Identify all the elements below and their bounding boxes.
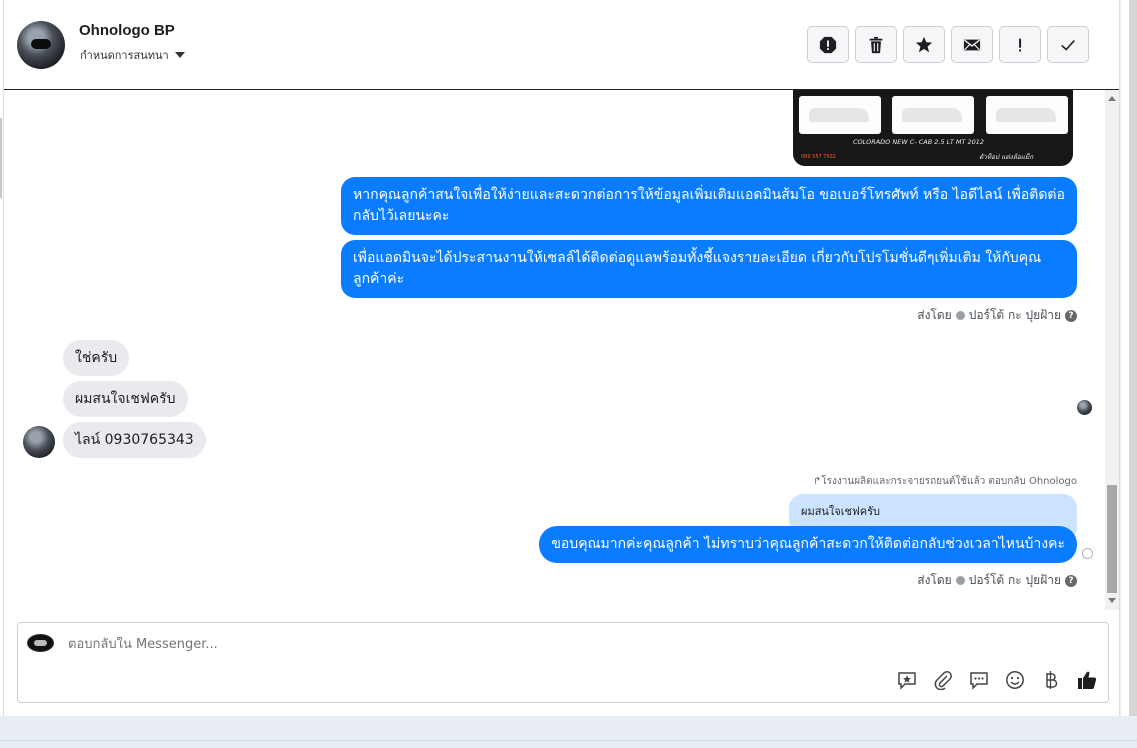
trash-icon <box>869 36 883 53</box>
scroll-up-icon[interactable] <box>1108 96 1116 101</box>
outgoing-message[interactable]: เพื่อแอดมินจะได้ประสานงานให้เซลล์ได้ติดต… <box>341 240 1077 298</box>
sent-by-label: ส่งโดย <box>917 573 952 587</box>
car-phone: 089 557 7932 <box>801 154 836 160</box>
caret-down-icon <box>174 52 185 58</box>
help-icon[interactable]: ? <box>1065 574 1077 587</box>
outgoing-message[interactable]: หากคุณลูกค้าสนใจเพื่อให้ง่ายและสะดวกต่อก… <box>341 177 1077 235</box>
assign-conversation-dropdown[interactable]: กำหนดการสนทนา <box>80 46 185 64</box>
car-photo-side <box>799 96 881 134</box>
car-caption: COLORADO NEW C- CAB 2.5 LT MT 2012 <box>853 138 985 146</box>
sent-by-line: ส่งโดย ปอร์โต้ กะ ปุยฝ้าย ? <box>917 571 1077 590</box>
left-edge-mark <box>0 118 2 198</box>
thread-scrollbar[interactable] <box>1105 90 1119 610</box>
payment-button[interactable] <box>1040 669 1062 691</box>
incoming-message[interactable]: ผมสนใจเชฟครับ <box>63 381 188 417</box>
message-thread: COLORADO NEW C- CAB 2.5 LT MT 2012 089 5… <box>4 90 1104 610</box>
reply-note-text: โรงงานผลิตและกระจายรถยนต์ใช้แล้ว ตอบกลับ… <box>821 476 1077 487</box>
mark-done-button[interactable] <box>1047 26 1089 63</box>
page-footer-band <box>0 716 1137 748</box>
mark-spam-icon <box>819 36 837 53</box>
sender-dot-icon <box>955 311 965 320</box>
mark-unread-button[interactable] <box>951 26 993 63</box>
composer-actions <box>896 669 1098 691</box>
contact-avatar[interactable] <box>23 426 55 458</box>
sender-dot-icon <box>955 576 965 585</box>
page-scrollbar-thumb[interactable] <box>1129 0 1137 716</box>
incoming-message[interactable]: ใช่ครับ <box>63 340 130 376</box>
sender-name[interactable]: ปอร์โต้ กะ ปุยฝ้าย <box>969 571 1061 590</box>
help-icon[interactable]: ? <box>1065 309 1077 322</box>
scrollbar-thumb[interactable] <box>1107 485 1117 593</box>
page-scrollbar[interactable] <box>1121 0 1137 716</box>
car-photo-rear <box>892 96 974 134</box>
delete-button[interactable] <box>855 26 897 63</box>
sender-name[interactable]: ปอร์โต้ กะ ปุยฝ้าย <box>969 306 1061 325</box>
reply-context-note: ↱โรงงานผลิตและกระจายรถยนต์ใช้แล้ว ตอบกลั… <box>812 476 1077 487</box>
exclamation-icon <box>1019 38 1022 51</box>
header-toolbar <box>807 26 1089 63</box>
read-receipt-avatar <box>1077 400 1092 415</box>
saved-reply-icon <box>898 672 916 690</box>
message-composer <box>17 622 1109 703</box>
page-logo-icon <box>27 634 54 652</box>
sent-by-label: ส่งโดย <box>917 308 952 322</box>
assign-label: กำหนดการสนทนา <box>80 49 169 62</box>
saved-reply-button[interactable] <box>896 669 918 691</box>
mark-spam-button[interactable] <box>807 26 849 63</box>
emoji-button[interactable] <box>1004 669 1026 691</box>
scroll-down-icon[interactable] <box>1108 598 1116 603</box>
like-icon <box>1078 671 1097 689</box>
star-button[interactable] <box>903 26 945 63</box>
conversation-panel: Ohnologo BP กำหนดการสนทนา COLORADO NEW C… <box>3 0 1120 716</box>
conversation-header: Ohnologo BP กำหนดการสนทนา <box>4 0 1119 90</box>
mail-icon <box>963 39 981 50</box>
star-icon <box>915 36 933 52</box>
attach-button[interactable] <box>932 669 954 691</box>
check-icon <box>1061 39 1075 51</box>
car-photo-attachment[interactable]: COLORADO NEW C- CAB 2.5 LT MT 2012 089 5… <box>793 90 1073 166</box>
car-photo-side-2 <box>986 96 1068 134</box>
outgoing-message[interactable]: ขอบคุณมากค่ะคุณลูกค้า ไม่ทราบว่าคุณลูกค้… <box>539 526 1077 563</box>
chat-button[interactable] <box>968 669 990 691</box>
sent-status-icon <box>1082 548 1093 559</box>
contact-name[interactable]: Ohnologo BP <box>79 22 175 39</box>
car-brand-text: ตัวท็อป แต่งล้อแม็ก <box>979 153 1034 161</box>
follow-up-button[interactable] <box>999 26 1041 63</box>
divider <box>0 740 1137 741</box>
incoming-message[interactable]: ไลน์ 0930765343 <box>63 422 206 458</box>
chat-bubble-icon <box>970 672 988 690</box>
avatar[interactable] <box>17 21 65 69</box>
emoji-icon <box>1006 671 1024 689</box>
sent-by-line: ส่งโดย ปอร์โต้ กะ ปุยฝ้าย ? <box>917 306 1077 325</box>
baht-icon <box>1046 671 1058 689</box>
like-button[interactable] <box>1076 669 1098 691</box>
attachment-icon <box>934 671 952 690</box>
reply-input[interactable] <box>68 637 868 652</box>
